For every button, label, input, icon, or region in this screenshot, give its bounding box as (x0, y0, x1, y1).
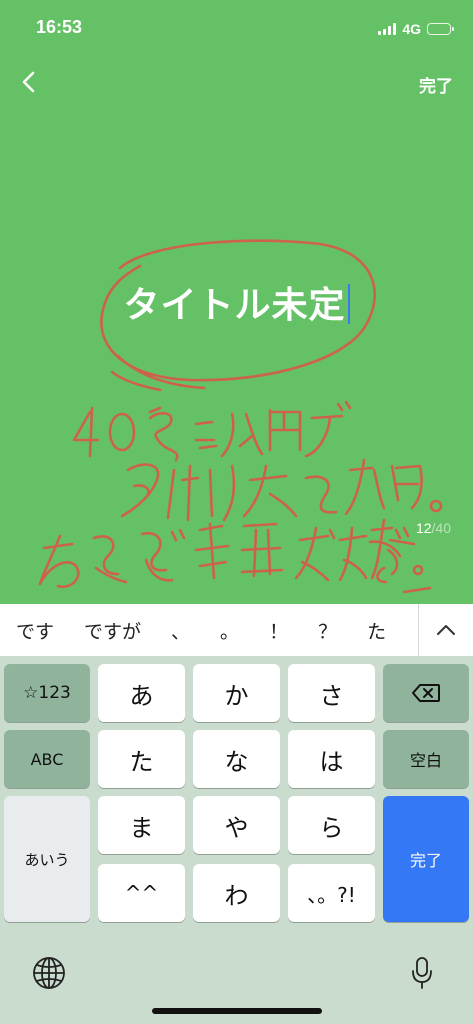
globe-button[interactable] (30, 954, 68, 992)
status-bar: 16:53 4G (0, 0, 473, 56)
suggestion-item[interactable]: 。 (205, 617, 254, 644)
key-punctuation[interactable]: 、。?! (288, 864, 375, 922)
microphone-icon (412, 957, 432, 989)
key-ta[interactable]: た (98, 730, 185, 788)
suggestion-item[interactable]: です (0, 617, 69, 644)
keyboard: ☆123 あ か さ ABC た な は 空白 あいう ま や ら 完了 ^^ … (0, 656, 473, 1024)
suggestion-list: です ですが 、 。 ！ ？ た (0, 604, 418, 656)
kana-mode-key[interactable]: あいう (4, 796, 90, 922)
numbers-mode-key[interactable]: ☆123 (4, 664, 90, 722)
editor-area[interactable]: 16:53 4G 完了 タイトル未定 12/40 (0, 0, 473, 604)
done-button[interactable]: 完了 (419, 72, 453, 97)
backspace-icon (412, 684, 440, 702)
space-key[interactable]: 空白 (383, 730, 469, 788)
key-sa[interactable]: さ (288, 664, 375, 722)
expand-suggestions-button[interactable] (419, 604, 473, 656)
text-caret (347, 284, 350, 324)
suggestion-item[interactable]: 、 (156, 617, 205, 644)
char-counter: 12/40 (416, 520, 451, 536)
key-wa[interactable]: わ (193, 864, 280, 922)
suggestion-item[interactable]: た (352, 617, 401, 644)
screen: 16:53 4G 完了 タイトル未定 12/40 です ですが 、 。 ！ ？ … (0, 0, 473, 1024)
battery-icon (427, 23, 454, 35)
key-ya[interactable]: や (193, 796, 280, 854)
title-text: タイトル未定 (123, 285, 346, 326)
suggestion-item[interactable]: ！ (254, 617, 303, 644)
key-emoticon[interactable]: ^^ (98, 864, 185, 922)
back-button[interactable] (12, 66, 44, 98)
suggestion-bar: です ですが 、 。 ！ ？ た (0, 604, 473, 656)
key-na[interactable]: な (193, 730, 280, 788)
chevron-up-icon (437, 625, 455, 635)
status-time: 16:53 (36, 17, 83, 37)
chevron-left-icon (22, 71, 35, 93)
globe-icon (33, 957, 65, 989)
abc-mode-key[interactable]: ABC (4, 730, 90, 788)
key-a[interactable]: あ (98, 664, 185, 722)
microphone-button[interactable] (407, 954, 437, 992)
suggestion-item[interactable]: ですが (69, 617, 156, 644)
title-input[interactable]: タイトル未定 (0, 280, 473, 332)
char-limit: 40 (435, 520, 451, 536)
key-ka[interactable]: か (193, 664, 280, 722)
enter-done-key[interactable]: 完了 (383, 796, 469, 922)
signal-icon (378, 23, 397, 35)
char-count: 12 (415, 520, 432, 536)
key-ha[interactable]: は (288, 730, 375, 788)
key-ra[interactable]: ら (288, 796, 375, 854)
backspace-key[interactable] (383, 664, 469, 722)
suggestion-item[interactable]: ？ (303, 617, 352, 644)
key-ma[interactable]: ま (98, 796, 185, 854)
status-indicators: 4G (378, 20, 454, 38)
home-indicator[interactable] (152, 1008, 322, 1014)
network-label: 4G (402, 21, 421, 37)
